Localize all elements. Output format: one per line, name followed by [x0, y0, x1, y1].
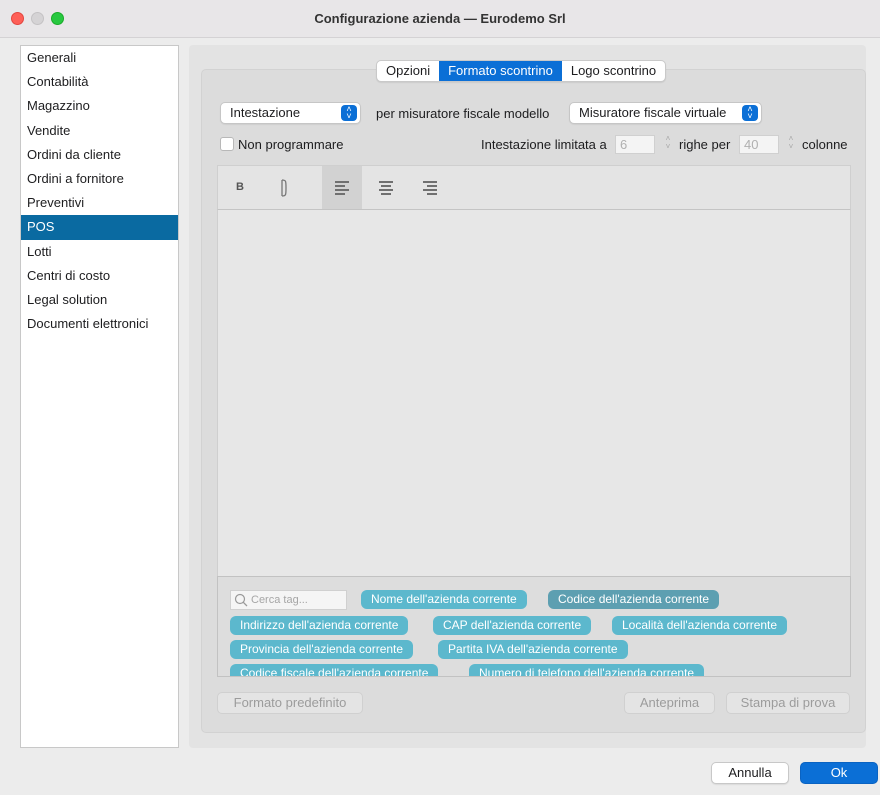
bold-button[interactable]: B — [220, 166, 260, 209]
align-left-icon — [335, 179, 349, 197]
sidebar-item-generali[interactable]: Generali — [21, 46, 178, 70]
cols-label: colonne — [802, 137, 848, 152]
model-label: per misuratore fiscale modello — [376, 106, 550, 121]
align-left-button[interactable] — [322, 166, 362, 209]
model-select-value: Misuratore fiscale virtuale — [579, 105, 727, 120]
tag-search-placeholder: Cerca tag... — [251, 594, 308, 606]
italic-icon — [281, 179, 287, 197]
tag-indirizzo-azienda[interactable]: Indirizzo dell'azienda corrente — [230, 616, 409, 635]
limit-label: Intestazione limitata a — [481, 137, 607, 152]
sidebar-item-legal-solution[interactable]: Legal solution — [21, 288, 178, 312]
chevron-updown-icon: ˄ ˅ — [341, 105, 357, 121]
sidebar-item-centri-di-costo[interactable]: Centri di costo — [21, 264, 178, 288]
sidebar-item-preventivi[interactable]: Preventivi — [21, 191, 178, 215]
align-right-icon — [423, 179, 437, 197]
cols-stepper[interactable]: ˄ ˅ — [786, 135, 796, 154]
tab-opzioni[interactable]: Opzioni — [377, 61, 439, 81]
tag-telefono-azienda[interactable]: Numero di telefono dell'azienda corrente — [469, 664, 705, 676]
title-bar: Configurazione azienda — Eurodemo Srl — [0, 0, 880, 38]
rows-stepper[interactable]: ˄ ˅ — [663, 135, 673, 154]
tab-logo-scontrino[interactable]: Logo scontrino — [562, 61, 665, 81]
tag-partita-iva-azienda[interactable]: Partita IVA dell'azienda corrente — [438, 640, 628, 659]
sidebar-item-pos[interactable]: POS — [21, 215, 178, 240]
align-center-icon — [379, 179, 393, 197]
sidebar-item-magazzino[interactable]: Magazzino — [21, 94, 178, 118]
align-center-button[interactable] — [366, 166, 406, 209]
model-select[interactable]: Misuratore fiscale virtuale ˄ ˅ — [569, 102, 762, 124]
tag-panel: Cerca tag... Nome dell'azienda corrente … — [217, 576, 851, 677]
editor-toolbar: B — [217, 165, 851, 210]
no-program-checkbox[interactable] — [220, 137, 234, 151]
section-select-value: Intestazione — [230, 105, 301, 120]
search-icon — [234, 593, 248, 607]
section-select[interactable]: Intestazione ˄ ˅ — [220, 102, 361, 124]
tag-provincia-azienda[interactable]: Provincia dell'azienda corrente — [230, 640, 414, 659]
italic-button[interactable] — [264, 166, 304, 209]
preview-button[interactable]: Anteprima — [624, 692, 715, 714]
sidebar-item-documenti-elettronici[interactable]: Documenti elettronici — [21, 312, 178, 336]
sidebar-item-lotti[interactable]: Lotti — [21, 240, 178, 264]
tag-codice-azienda[interactable]: Codice dell'azienda corrente — [548, 590, 720, 609]
test-print-button[interactable]: Stampa di prova — [726, 692, 850, 714]
tag-cap-azienda[interactable]: CAP dell'azienda corrente — [433, 616, 592, 635]
default-format-button[interactable]: Formato predefinito — [217, 692, 363, 714]
sidebar-item-vendite[interactable]: Vendite — [21, 119, 178, 143]
sidebar-item-ordini-a-fornitore[interactable]: Ordini a fornitore — [21, 167, 178, 191]
tag-codice-fiscale-azienda[interactable]: Codice fiscale dell'azienda corrente — [230, 664, 439, 676]
no-program-label: Non programmare — [238, 137, 344, 152]
sidebar: Generali Contabilità Magazzino Vendite O… — [20, 45, 179, 748]
cancel-button[interactable]: Annulla — [711, 762, 789, 784]
ok-button[interactable]: Ok — [800, 762, 878, 784]
sidebar-item-ordini-da-cliente[interactable]: Ordini da cliente — [21, 143, 178, 167]
sidebar-item-contabilita[interactable]: Contabilità — [21, 70, 178, 94]
rows-label: righe per — [679, 137, 731, 152]
tag-nome-azienda[interactable]: Nome dell'azienda corrente — [361, 590, 527, 609]
tag-search-input[interactable]: Cerca tag... — [230, 590, 347, 610]
receipt-text-editor[interactable] — [217, 210, 851, 576]
tab-formato-scontrino[interactable]: Formato scontrino — [439, 61, 562, 81]
chevron-updown-icon: ˄ ˅ — [742, 105, 758, 121]
configuration-window: Configurazione azienda — Eurodemo Srl Ge… — [0, 0, 880, 795]
tab-bar: Opzioni Formato scontrino Logo scontrino — [376, 60, 667, 82]
cols-field[interactable]: 40 — [739, 135, 779, 154]
rows-field[interactable]: 6 — [615, 135, 655, 154]
tag-localita-azienda[interactable]: Località dell'azienda corrente — [612, 616, 788, 635]
align-right-button[interactable] — [410, 166, 450, 209]
window-title: Configurazione azienda — Eurodemo Srl — [314, 11, 566, 26]
